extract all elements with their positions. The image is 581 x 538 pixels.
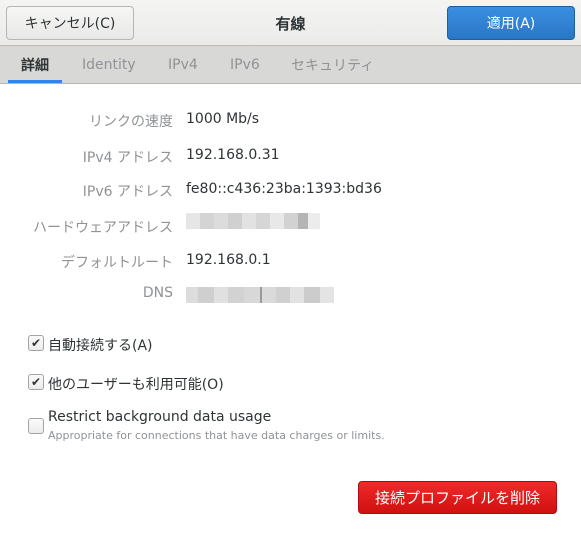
restrict-background-description: Appropriate for connections that have da…	[48, 429, 385, 442]
detail-row-hardware: ハードウェアアドレス	[0, 213, 581, 237]
header-bar: キャンセル(C) 有線 適用(A)	[0, 0, 581, 46]
detail-row-default-route: デフォルトルート 192.168.0.1	[0, 252, 581, 272]
ipv6-value: fe80::c436:23ba:1393:bd36	[186, 181, 382, 197]
auto-connect-label[interactable]: 自動接続する(A)	[48, 335, 153, 355]
apply-button[interactable]: 適用(A)	[447, 6, 575, 40]
hardware-address-label: ハードウェアアドレス	[33, 220, 173, 236]
detail-row-link-speed: リンクの速度 1000 Mb/s	[0, 111, 581, 131]
link-speed-value: 1000 Mb/s	[186, 111, 260, 127]
restrict-background-checkbox[interactable]	[28, 418, 44, 434]
auto-connect-checkbox[interactable]: ✔	[28, 335, 44, 351]
tab-bar: 詳細 Identity IPv4 IPv6 セキュリティ	[0, 46, 581, 84]
default-route-label: デフォルトルート	[61, 255, 173, 271]
all-users-checkbox[interactable]: ✔	[28, 374, 44, 390]
detail-row-ipv6: IPv6 アドレス fe80::c436:23ba:1393:bd36	[0, 181, 581, 201]
checkmark-icon: ✔	[30, 336, 42, 350]
cancel-button[interactable]: キャンセル(C)	[6, 6, 134, 40]
tab-ipv6[interactable]: IPv6	[226, 46, 264, 83]
dns-label: DNS	[142, 285, 173, 301]
checkmark-icon: ✔	[30, 375, 42, 389]
restrict-background-label[interactable]: Restrict background data usage	[48, 409, 271, 425]
ipv4-value: 192.168.0.31	[186, 147, 280, 163]
tab-details[interactable]: 詳細	[17, 46, 53, 83]
detail-row-dns: DNS	[0, 285, 581, 305]
default-route-value: 192.168.0.1	[186, 252, 271, 268]
link-speed-label: リンクの速度	[89, 114, 173, 130]
detail-row-ipv4: IPv4 アドレス 192.168.0.31	[0, 147, 581, 167]
active-tab-indicator	[8, 80, 62, 83]
delete-profile-button[interactable]: 接続プロファイルを削除	[358, 481, 557, 514]
tab-ipv4[interactable]: IPv4	[164, 46, 202, 83]
tab-security[interactable]: セキュリティ	[287, 46, 378, 83]
dns-redacted	[186, 287, 334, 303]
ipv6-label: IPv6 アドレス	[82, 184, 173, 200]
ipv4-label: IPv4 アドレス	[82, 150, 173, 166]
tab-identity[interactable]: Identity	[78, 46, 140, 83]
all-users-label[interactable]: 他のユーザーも利用可能(O)	[48, 374, 224, 394]
hardware-address-redacted	[186, 213, 320, 229]
